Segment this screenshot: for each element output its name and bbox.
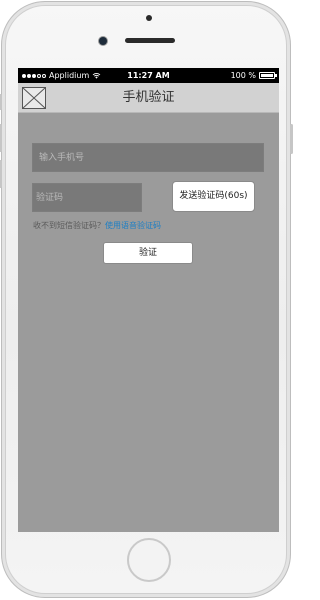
screen: Applidium 11:27 AM 100 % 手机验证 输入手机号 验证码 …	[18, 68, 279, 532]
earpiece-speaker	[125, 38, 175, 43]
sms-hint-row: 收不到短信验证码？使用语音验证码	[33, 220, 161, 232]
verification-code-input[interactable]	[32, 183, 142, 212]
home-button[interactable]	[127, 538, 171, 582]
phone-frame: Applidium 11:27 AM 100 % 手机验证 输入手机号 验证码 …	[0, 1, 293, 598]
page: Applidium 11:27 AM 100 % 手机验证 输入手机号 验证码 …	[0, 0, 294, 600]
front-camera	[99, 37, 107, 45]
mute-switch	[0, 94, 2, 110]
battery-percent: 100 %	[230, 71, 256, 80]
power-button	[290, 124, 293, 154]
status-right: 100 %	[230, 68, 277, 83]
phone-number-input[interactable]	[32, 143, 264, 172]
status-bar: Applidium 11:27 AM 100 %	[18, 68, 279, 83]
sms-hint-text: 收不到短信验证码？	[33, 221, 105, 230]
verify-button[interactable]: 验证	[103, 242, 193, 264]
volume-down-button	[0, 160, 2, 188]
proximity-sensor	[146, 15, 152, 21]
volume-up-button	[0, 124, 2, 152]
send-code-button[interactable]: 发送验证码(60s)	[172, 181, 255, 212]
page-title: 手机验证	[122, 90, 175, 105]
battery-icon	[259, 72, 277, 79]
voice-code-link[interactable]: 使用语音验证码	[105, 221, 161, 230]
navigation-bar: 手机验证	[18, 83, 279, 113]
